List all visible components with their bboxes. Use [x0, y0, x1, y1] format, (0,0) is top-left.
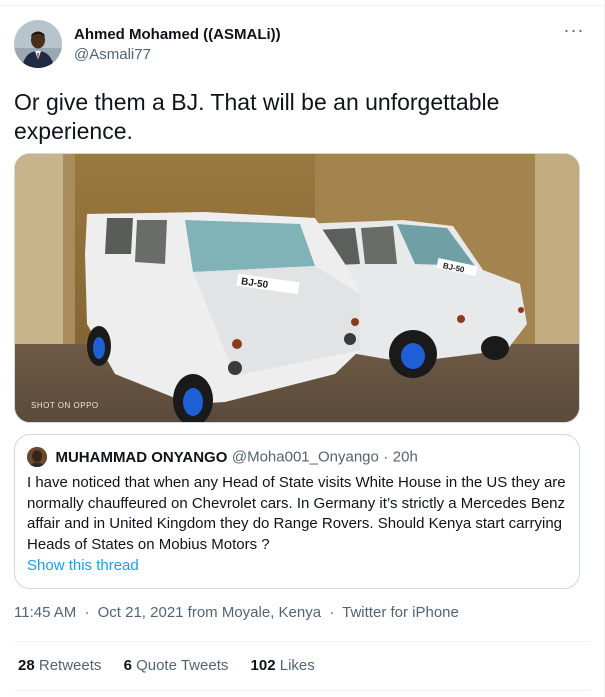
avatar-image: [14, 20, 62, 68]
quoted-author-avatar: [27, 447, 47, 467]
likes-label: Likes: [279, 657, 315, 674]
more-dots-icon[interactable]: ···: [560, 21, 588, 44]
likes-stat[interactable]: 102 Likes: [251, 657, 315, 674]
top-divider: [0, 0, 604, 6]
author-display-name[interactable]: Ahmed Mohamed ((ASMALi)): [74, 26, 281, 43]
author-avatar[interactable]: [14, 20, 62, 68]
tweet-metadata: 11:45 AM · Oct 21, 2021 from Moyale, Ken…: [14, 604, 459, 621]
likes-count: 102: [250, 657, 276, 674]
quote-tweets-stat[interactable]: 6 Quote Tweets: [124, 657, 233, 674]
quotes-count: 6: [123, 657, 132, 674]
quoted-separator: ·: [383, 448, 389, 466]
retweets-stat[interactable]: 28 Retweets: [18, 657, 106, 674]
divider-bottom: [14, 690, 590, 691]
quoted-avatar-image: [27, 447, 47, 467]
tweet-time[interactable]: 11:45 AM: [14, 604, 76, 621]
retweets-count: 28: [18, 657, 35, 674]
tweet-card: Ahmed Mohamed ((ASMALi)) @Asmali77 ··· O…: [0, 0, 605, 697]
quoted-author-handle: @Moha001_Onyango: [231, 448, 379, 466]
photo-watermark: SHOT ON OPPO: [31, 401, 99, 410]
meta-separator-2: ·: [329, 604, 335, 621]
tweet-date-location[interactable]: Oct 21, 2021 from Moyale, Kenya: [98, 604, 321, 621]
quotes-label: Quote Tweets: [136, 657, 229, 674]
tweet-text: Or give them a BJ. That will be an unfor…: [14, 89, 500, 144]
author-handle[interactable]: @Asmali77: [74, 46, 281, 63]
photo-two-white-cars: BJ-50 BJ-50: [15, 154, 579, 422]
meta-separator-1: ·: [84, 604, 90, 621]
quoted-time: 20h: [392, 448, 418, 466]
quoted-tweet-text: I have noticed that when any Head of Sta…: [27, 474, 566, 553]
author-info: Ahmed Mohamed ((ASMALi)) @Asmali77: [74, 26, 281, 63]
quoted-tweet[interactable]: MUHAMMAD ONYANGO @Moha001_Onyango · 20h …: [14, 434, 580, 589]
quoted-author-name: MUHAMMAD ONYANGO: [55, 448, 228, 466]
retweets-label: Retweets: [38, 657, 102, 674]
tweet-source[interactable]: Twitter for iPhone: [342, 604, 459, 621]
quoted-tweet-header: MUHAMMAD ONYANGO @Moha001_Onyango · 20h: [27, 447, 418, 467]
engagement-stats: 28 Retweets 6 Quote Tweets 102 Likes: [18, 657, 333, 674]
tweet-header: Ahmed Mohamed ((ASMALi)) @Asmali77 ···: [14, 20, 592, 72]
tweet-photo[interactable]: BJ-50 BJ-50 SHOT ON OPPO: [14, 153, 580, 423]
show-thread-link[interactable]: Show this thread: [27, 557, 139, 574]
divider: [14, 641, 590, 642]
